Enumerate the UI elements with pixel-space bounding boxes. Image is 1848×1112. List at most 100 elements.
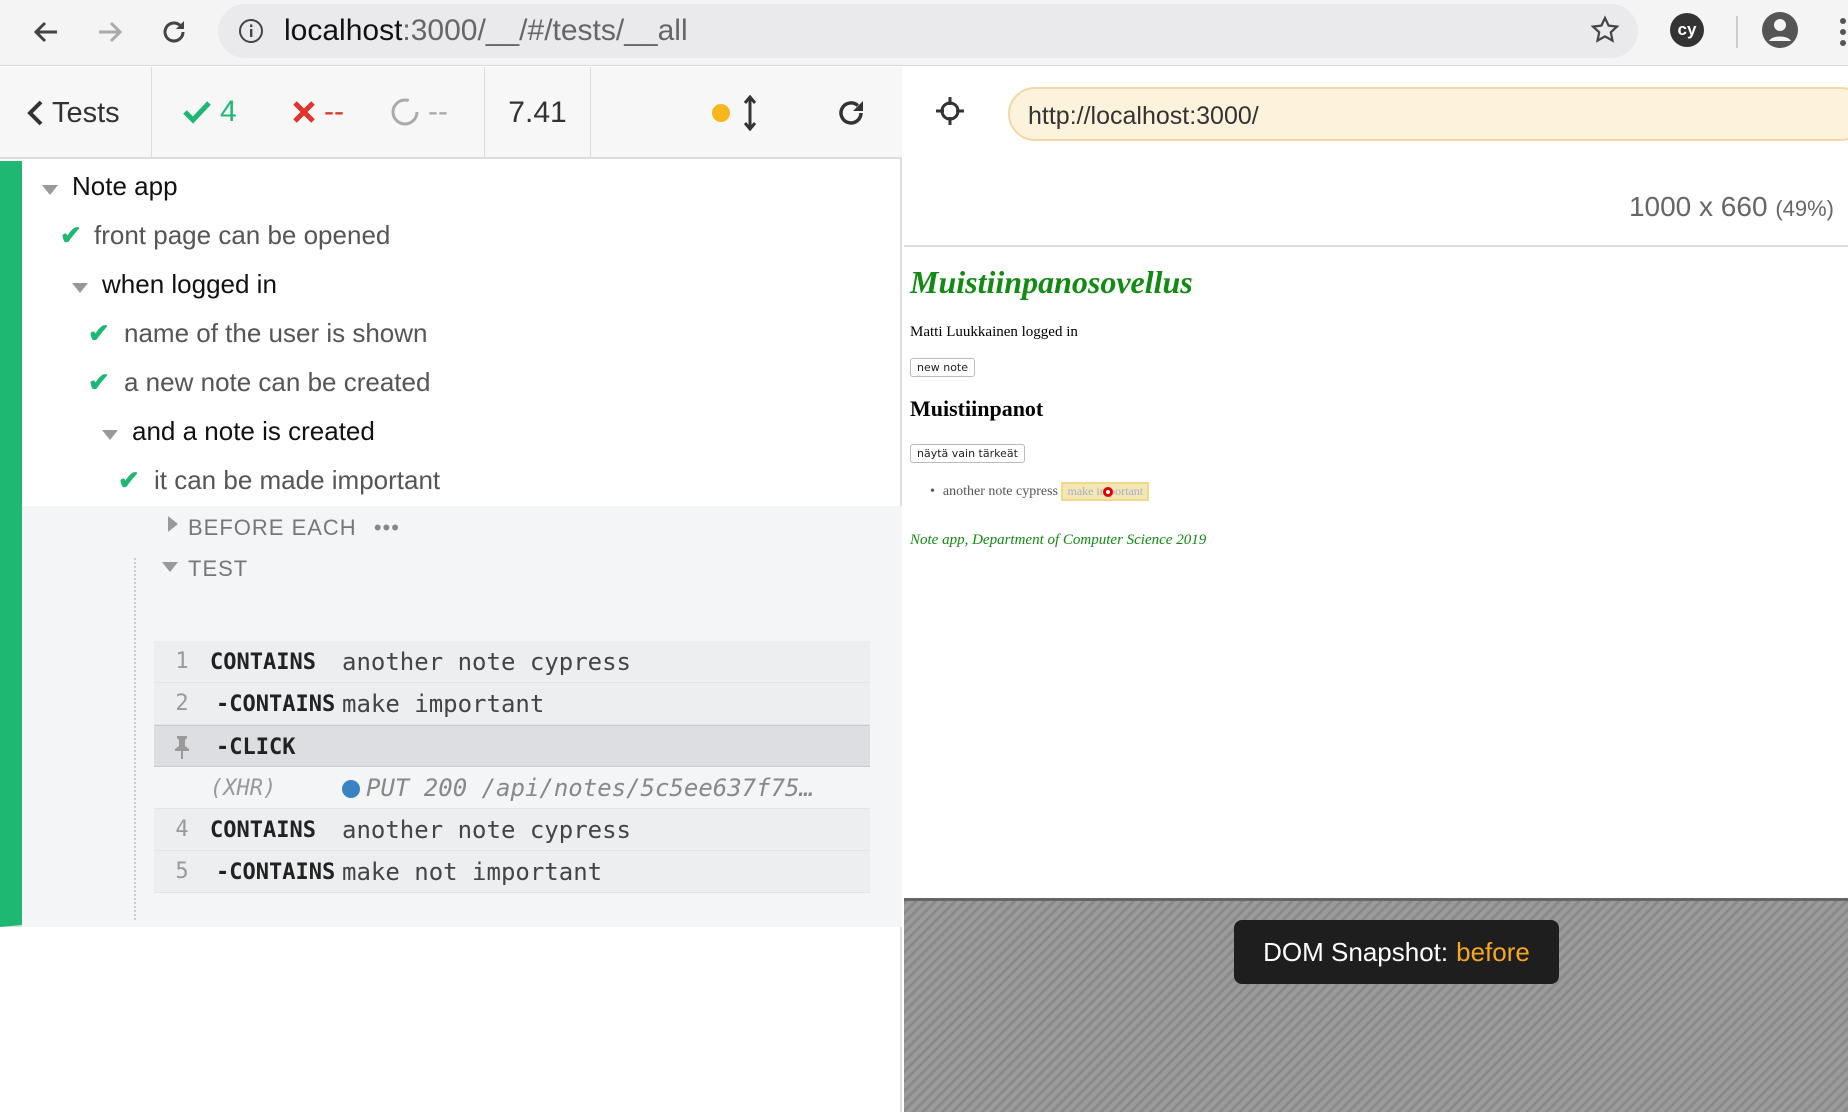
- command-row[interactable]: 4 CONTAINS another note cypress: [154, 809, 870, 851]
- hooks-guide-line: [134, 558, 136, 920]
- test-title: a new note can be created: [124, 367, 431, 397]
- reload-button[interactable]: [152, 10, 196, 54]
- caret-down-icon: [42, 185, 58, 195]
- note-text: another note cypress: [942, 484, 1058, 499]
- account-icon[interactable]: [1760, 10, 1800, 50]
- command-number: 2: [175, 691, 189, 716]
- passed-number: 4: [220, 95, 237, 128]
- back-button[interactable]: [24, 10, 68, 54]
- command-message: another note cypress: [342, 816, 631, 844]
- command-row[interactable]: 1 CONTAINS another note cypress: [154, 641, 870, 683]
- suite-title: and a note is created: [132, 416, 375, 446]
- browser-menu-icon[interactable]: [1838, 16, 1848, 48]
- logged-in-text: Matti Luukkainen logged in: [910, 324, 1078, 340]
- command-name: (XHR): [210, 776, 277, 801]
- caret-right-icon: [168, 516, 178, 532]
- command-number: 4: [175, 817, 189, 842]
- test-title: it can be made important: [154, 465, 441, 495]
- stats-bar: Tests 4 -- -- 7.41: [0, 67, 902, 159]
- app-footer: Note app, Department of Computer Science…: [910, 532, 1207, 548]
- auto-scroll-icon[interactable]: [743, 95, 757, 131]
- selector-playground-icon[interactable]: [934, 95, 966, 127]
- aut-url-field[interactable]: http://localhost:3000/: [1008, 87, 1848, 141]
- tests-label: Tests: [52, 96, 120, 129]
- restart-icon[interactable]: [835, 97, 867, 129]
- check-icon: [183, 101, 211, 124]
- app-title: Muistiinpanosovellus: [910, 264, 1193, 300]
- click-target-icon: [1103, 487, 1113, 497]
- pin-icon: [154, 734, 210, 766]
- command-name: CONTAINS: [210, 818, 316, 843]
- caret-down-icon: [102, 430, 118, 440]
- aut-iframe: Muistiinpanosovellus Matti Luukkainen lo…: [904, 248, 1848, 898]
- failed-number: --: [324, 95, 344, 128]
- new-note-button[interactable]: new note: [910, 358, 976, 377]
- snapshot-label: DOM Snapshot:: [1263, 936, 1449, 967]
- snapshot-state: before: [1456, 936, 1530, 967]
- command-message: another note cypress: [342, 648, 631, 676]
- toolbar-divider: [1736, 16, 1738, 48]
- duration: 7.41: [485, 67, 591, 159]
- suite-title: Note app: [72, 171, 178, 201]
- arrow-right-icon: [99, 21, 123, 43]
- test-title: name of the user is shown: [124, 318, 428, 348]
- check-icon: ✔: [88, 318, 110, 348]
- browser-toolbar: localhost:3000/__/#/tests/__all cy: [0, 0, 1848, 66]
- bookmark-star-icon[interactable]: [1590, 15, 1620, 45]
- command-row[interactable]: 5 -CONTAINS make not important: [154, 851, 870, 893]
- viewport-info: 1000 x 660 (49%): [1629, 191, 1834, 223]
- command-number: 1: [175, 649, 189, 674]
- failed-count: --: [292, 95, 344, 129]
- xhr-status-dot: [342, 780, 360, 798]
- stats-counts: 4 -- --: [152, 67, 485, 159]
- command-name: -CONTAINS: [216, 692, 336, 717]
- notes-heading: Muistiinpanot: [910, 396, 1044, 421]
- more-icon[interactable]: •••: [374, 515, 400, 540]
- forward-button[interactable]: [88, 10, 132, 54]
- hook-before-each[interactable]: BEFORE EACH •••: [188, 515, 400, 541]
- tests-button[interactable]: Tests: [0, 67, 152, 159]
- check-icon: ✔: [118, 465, 140, 495]
- caret-down-icon: [162, 562, 178, 572]
- show-important-button[interactable]: näytä vain tärkeät: [910, 444, 1025, 463]
- hook-test[interactable]: TEST: [188, 556, 248, 582]
- suite-title: when logged in: [102, 269, 277, 299]
- running-dot-icon: [712, 104, 730, 122]
- bullet: •: [930, 484, 935, 499]
- xhr-message: PUT 200 /api/notes/5c5ee637f75…: [366, 774, 814, 802]
- command-message: PUT 200 /api/notes/5c5ee637f75…: [342, 774, 862, 802]
- command-row-xhr[interactable]: (XHR) PUT 200 /api/notes/5c5ee637f75…: [154, 767, 870, 809]
- note-item: • another note cypress make important: [930, 482, 1150, 501]
- dom-snapshot-badge: DOM Snapshot: before: [1234, 920, 1559, 984]
- viewport-size: 1000 x 660: [1628, 191, 1768, 222]
- check-icon: ✔: [88, 367, 110, 397]
- test-title: front page can be opened: [94, 220, 391, 250]
- check-icon: ✔: [60, 220, 82, 250]
- address-text: localhost:3000/__/#/tests/__all: [284, 14, 688, 47]
- command-row[interactable]: 2 -CONTAINS make important: [154, 683, 870, 725]
- command-name: -CLICK: [216, 735, 296, 760]
- caret-down-icon: [72, 283, 88, 293]
- reporter-controls: [591, 67, 902, 159]
- cypress-extension-icon[interactable]: cy: [1670, 13, 1704, 47]
- command-row-pinned[interactable]: -CLICK: [154, 725, 870, 767]
- arrow-left-icon: [33, 21, 57, 43]
- reporter-panel: Tests 4 -- -- 7.41 Note app ✔ front page…: [0, 67, 902, 1112]
- runnables-list: Note app ✔ front page can be opened when…: [0, 161, 902, 927]
- pending-number: --: [428, 95, 448, 128]
- hook-before-each-label: BEFORE EACH: [188, 515, 357, 540]
- cross-icon: [293, 101, 315, 123]
- command-number: 5: [175, 859, 189, 884]
- command-message: make not important: [342, 858, 603, 886]
- viewport-scale: (49%): [1775, 196, 1834, 221]
- info-icon: [239, 19, 263, 43]
- reload-icon: [163, 21, 185, 43]
- pending-circle-icon: [391, 98, 419, 126]
- pending-count: --: [390, 95, 448, 129]
- aut-header: http://localhost:3000/ 1000 x 660 (49%): [904, 67, 1848, 247]
- address-bar[interactable]: localhost:3000/__/#/tests/__all: [218, 4, 1638, 58]
- passed-count: 4: [182, 95, 237, 129]
- command-name: CONTAINS: [210, 650, 316, 675]
- command-log: 1 CONTAINS another note cypress 2 -CONTA…: [154, 641, 870, 893]
- command-message: make important: [342, 690, 545, 718]
